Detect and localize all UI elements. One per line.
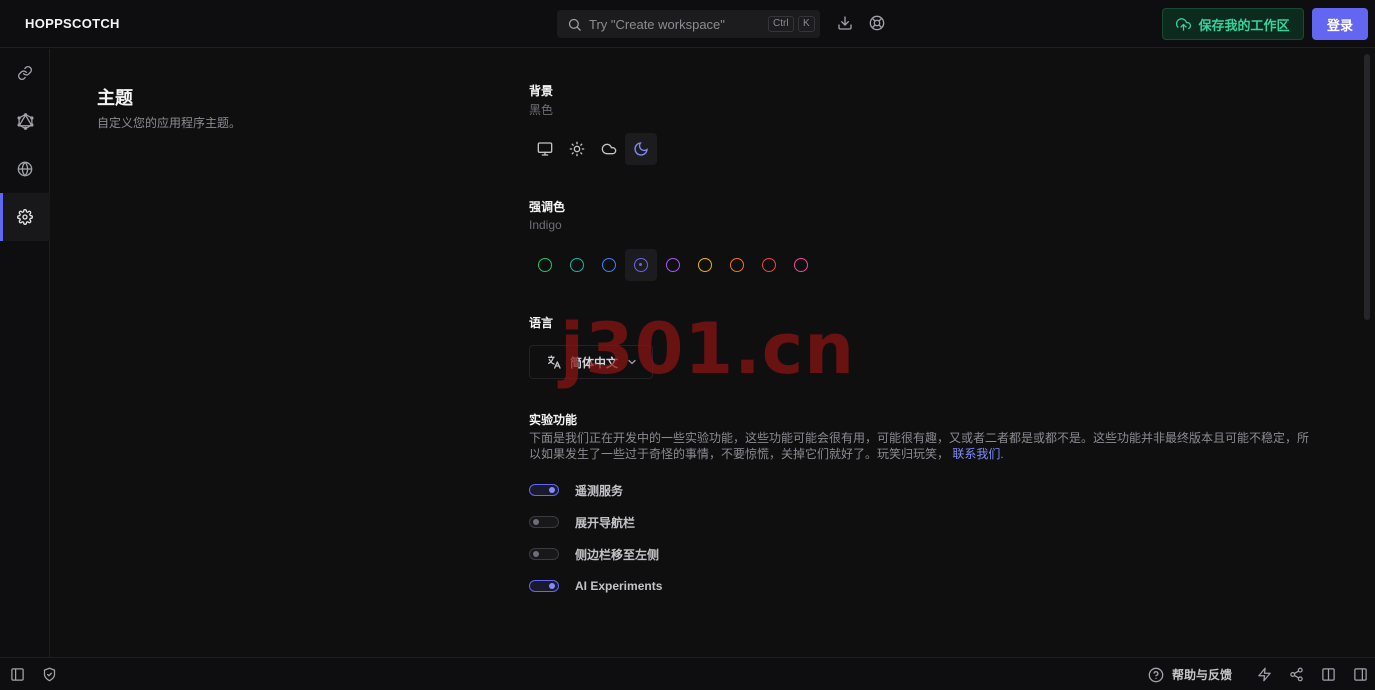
save-workspace-button[interactable]: 保存我的工作区 xyxy=(1162,8,1304,40)
app-logo[interactable]: HOPPSCOTCH xyxy=(25,16,120,31)
accent-color-option[interactable] xyxy=(785,249,817,281)
color-ring-icon xyxy=(698,258,712,272)
toggle-switch[interactable] xyxy=(529,580,559,592)
save-workspace-label: 保存我的工作区 xyxy=(1198,17,1290,33)
download-icon[interactable] xyxy=(836,14,854,32)
panel-right-icon[interactable] xyxy=(1352,666,1368,682)
toggle-row[interactable]: 侧边栏移至左侧 xyxy=(529,544,659,564)
cloud-icon xyxy=(601,141,617,157)
toggle-label: 展开导航栏 xyxy=(575,515,636,530)
selected-dot-icon xyxy=(639,263,642,266)
color-ring-icon xyxy=(730,258,744,272)
toggle-switch[interactable] xyxy=(529,548,559,560)
sidebar xyxy=(0,49,50,657)
shortcut-ctrl: Ctrl xyxy=(768,16,794,32)
page-description: 自定义您的应用程序主题。 xyxy=(97,116,242,130)
contact-us-link[interactable]: 联系我们 xyxy=(952,447,1000,461)
search-bar[interactable]: Try "Create workspace" Ctrl K xyxy=(557,10,820,38)
color-ring-icon xyxy=(794,258,808,272)
accent-color-option[interactable] xyxy=(721,249,753,281)
accent-color-option[interactable] xyxy=(593,249,625,281)
accent-color-option[interactable] xyxy=(657,249,689,281)
toggle-row[interactable]: AI Experiments xyxy=(529,576,662,596)
toggle-knob xyxy=(533,519,539,525)
columns-layout-icon[interactable] xyxy=(1320,666,1336,682)
toggle-knob xyxy=(549,487,555,493)
accent-color-option[interactable] xyxy=(689,249,721,281)
moon-icon xyxy=(633,141,649,157)
help-feedback-label: 帮助与反馈 xyxy=(1172,668,1233,682)
color-ring-icon xyxy=(762,258,776,272)
shortcut-k: K xyxy=(798,16,815,32)
globe-icon xyxy=(17,161,33,177)
sidebar-item-graphql[interactable] xyxy=(0,97,50,145)
sun-icon xyxy=(569,141,585,157)
color-ring-icon xyxy=(538,258,552,272)
accent-color-option[interactable] xyxy=(561,249,593,281)
help-feedback-button[interactable]: 帮助与反馈 xyxy=(1148,666,1232,683)
watermark-text: j301.cn xyxy=(560,308,856,390)
background-label: 背景 xyxy=(529,84,554,98)
page-title: 主题 xyxy=(97,88,133,108)
background-black-button[interactable] xyxy=(625,133,657,165)
color-ring-icon xyxy=(602,258,616,272)
cloud-upload-icon xyxy=(1176,17,1192,32)
monitor-icon xyxy=(537,141,553,157)
experiments-description: 下面是我们正在开发中的一些实验功能，这些功能可能会很有用，可能很有趣，又或者二者… xyxy=(529,431,1310,461)
experiments-description-text: 下面是我们正在开发中的一些实验功能，这些功能可能会很有用，可能很有趣，又或者二者… xyxy=(529,431,1310,461)
sidebar-item-realtime[interactable] xyxy=(0,145,50,193)
support-icon[interactable] xyxy=(868,14,886,32)
language-label: 语言 xyxy=(529,316,554,330)
gear-icon xyxy=(17,209,33,225)
toggle-knob xyxy=(549,583,555,589)
toggle-switch[interactable] xyxy=(529,484,559,496)
toggle-switch[interactable] xyxy=(529,516,559,528)
accent-value: Indigo xyxy=(529,218,562,232)
login-button[interactable]: 登录 xyxy=(1312,8,1368,40)
sidebar-item-settings[interactable] xyxy=(0,193,50,241)
toggle-row[interactable]: 遥测服务 xyxy=(529,480,623,500)
accent-label: 强调色 xyxy=(529,200,566,214)
background-light-button[interactable] xyxy=(561,133,593,165)
toggle-row[interactable]: 展开导航栏 xyxy=(529,512,635,532)
share-icon[interactable] xyxy=(1288,666,1304,682)
shield-check-icon[interactable] xyxy=(41,666,57,682)
accent-color-option[interactable] xyxy=(625,249,657,281)
sidebar-item-rest[interactable] xyxy=(0,49,50,97)
color-ring-icon xyxy=(666,258,680,272)
background-system-button[interactable] xyxy=(529,133,561,165)
toggle-label: 遥测服务 xyxy=(575,483,624,498)
experiments-label: 实验功能 xyxy=(529,413,578,427)
toggle-label: AI Experiments xyxy=(575,579,663,593)
lightning-icon[interactable] xyxy=(1256,666,1272,682)
footer: 帮助与反馈 xyxy=(0,657,1375,690)
link-icon xyxy=(17,65,33,81)
scrollbar[interactable] xyxy=(1361,52,1371,652)
background-value: 黑色 xyxy=(529,103,554,117)
help-circle-icon xyxy=(1148,667,1164,683)
header: HOPPSCOTCH Try "Create workspace" Ctrl K… xyxy=(0,0,1375,48)
background-dark-button[interactable] xyxy=(593,133,625,165)
accent-color-option[interactable] xyxy=(753,249,785,281)
search-icon xyxy=(566,16,582,32)
scrollbar-thumb[interactable] xyxy=(1364,54,1370,320)
toggle-label: 侧边栏移至左侧 xyxy=(575,547,660,562)
color-ring-icon xyxy=(634,258,648,272)
color-ring-icon xyxy=(570,258,584,272)
graphql-icon xyxy=(16,112,34,130)
sidebar-toggle-icon[interactable] xyxy=(9,666,25,682)
accent-color-option[interactable] xyxy=(529,249,561,281)
search-placeholder: Try "Create workspace" xyxy=(589,16,725,32)
app-window: HOPPSCOTCH Try "Create workspace" Ctrl K… xyxy=(0,0,1375,690)
toggle-knob xyxy=(533,551,539,557)
